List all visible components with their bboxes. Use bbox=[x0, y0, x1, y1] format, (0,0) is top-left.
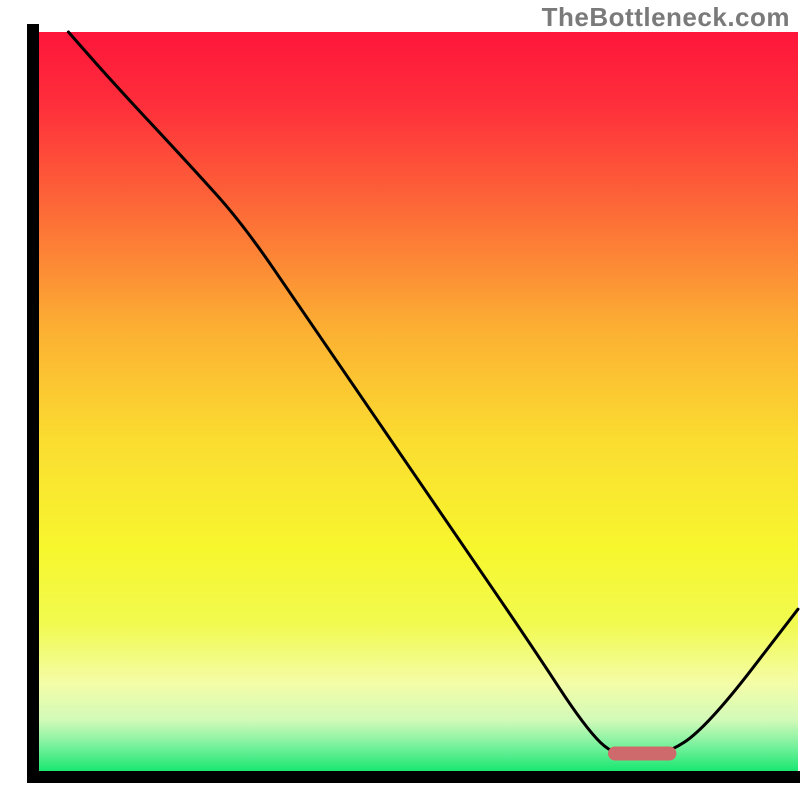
chart-canvas bbox=[0, 0, 800, 800]
optimal-range-marker bbox=[608, 747, 676, 761]
plot-background bbox=[38, 32, 798, 772]
watermark-text: TheBottleneck.com bbox=[542, 2, 790, 33]
bottleneck-chart: TheBottleneck.com bbox=[0, 0, 800, 800]
